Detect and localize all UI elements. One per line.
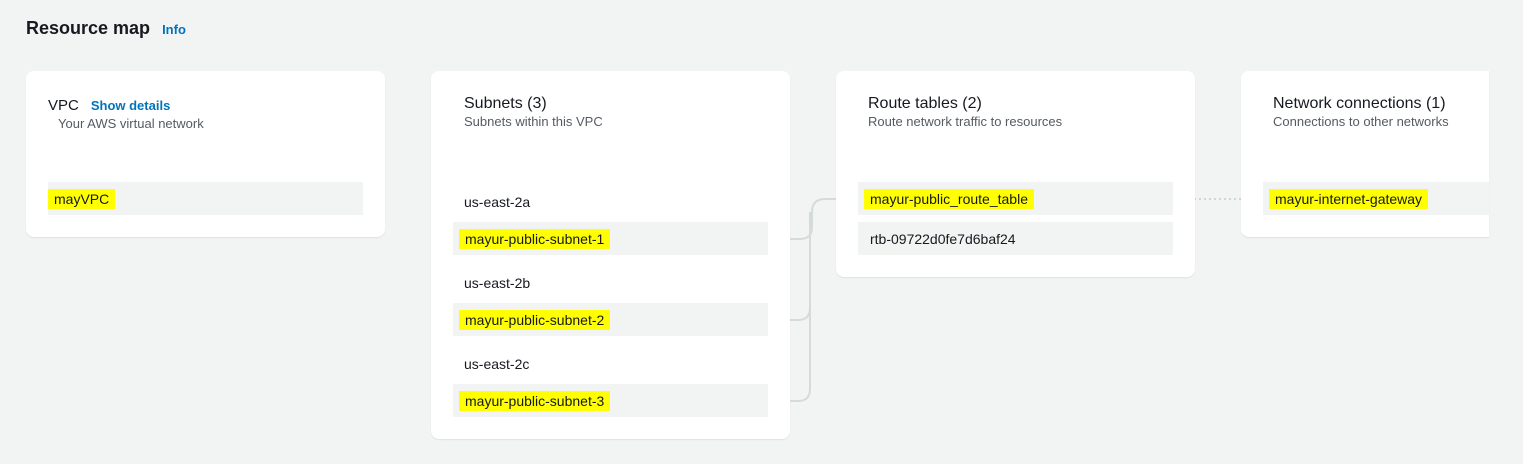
subnet-item[interactable]: mayur-public-subnet-3: [453, 384, 768, 417]
subnets-subtitle: Subnets within this VPC: [464, 114, 603, 129]
vpc-card: VPC Show details Your AWS virtual networ…: [26, 71, 385, 237]
subnet-name: mayur-public-subnet-2: [459, 309, 611, 330]
vpc-subtitle: Your AWS virtual network: [58, 116, 204, 131]
az-label: us-east-2c: [464, 356, 530, 372]
show-details-link[interactable]: Show details: [91, 98, 170, 113]
route-tables-card: Route tables (2) Route network traffic t…: [836, 71, 1195, 277]
route-tables-title: Route tables (2): [868, 95, 982, 112]
vpc-item[interactable]: mayVPC: [48, 182, 363, 215]
network-connections-card: Network connections (1) Connections to o…: [1241, 71, 1489, 237]
network-connections-subtitle: Connections to other networks: [1273, 114, 1449, 129]
subnets-card: Subnets (3) Subnets within this VPC us-e…: [431, 71, 790, 439]
az-label: us-east-2b: [464, 275, 531, 291]
vpc-name: mayVPC: [48, 188, 116, 209]
subnet-item[interactable]: mayur-public-subnet-2: [453, 303, 768, 336]
vpc-title: VPC: [48, 97, 79, 114]
page-title: Resource map: [26, 18, 151, 38]
route-table-item[interactable]: rtb-09722d0fe7d6baf24: [858, 222, 1173, 255]
network-connections-title: Network connections (1): [1273, 95, 1446, 112]
route-table-id: rtb-09722d0fe7d6baf24: [870, 230, 1016, 247]
subnet-name: mayur-public-subnet-3: [459, 390, 611, 411]
az-label: us-east-2a: [464, 194, 531, 210]
route-table-name: mayur-public_route_table: [864, 188, 1034, 209]
network-connection-item[interactable]: mayur-internet-gateway: [1263, 182, 1489, 215]
resource-map-header: Resource map Info: [26, 18, 186, 39]
internet-gateway-name: mayur-internet-gateway: [1269, 188, 1429, 209]
route-tables-subtitle: Route network traffic to resources: [868, 114, 1063, 129]
subnet-item[interactable]: mayur-public-subnet-1: [453, 222, 768, 255]
info-link[interactable]: Info: [162, 22, 186, 37]
subnets-title: Subnets (3): [464, 95, 547, 112]
route-table-item[interactable]: mayur-public_route_table: [858, 182, 1173, 215]
subnet-name: mayur-public-subnet-1: [459, 228, 611, 249]
